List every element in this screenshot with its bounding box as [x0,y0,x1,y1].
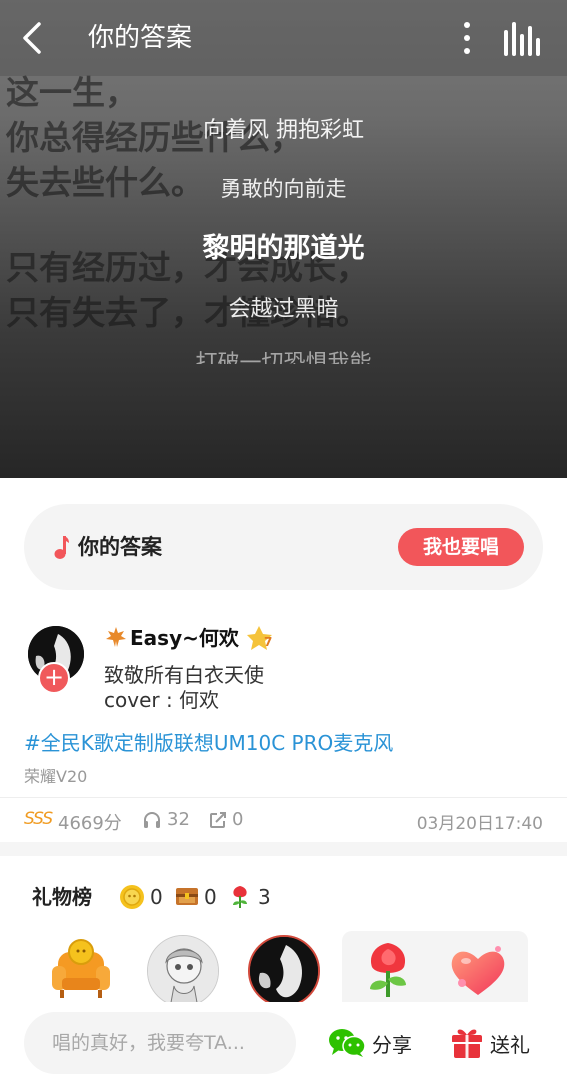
post-description: 致敬所有白衣天使 [104,663,264,687]
grade-badge: SSS [24,809,53,829]
section-separator [0,842,567,856]
svg-text:7: 7 [264,635,272,649]
share-count: 0 [232,809,244,830]
share-label: 分享 [372,1032,412,1057]
coin-icon [120,885,144,909]
send-gift-button[interactable]: 送礼 [450,1024,530,1062]
hashtag-link[interactable]: #全民K歌定制版联想UM10C PRO麦克风 [24,729,393,757]
send-gift-label: 送礼 [490,1032,530,1057]
music-note-icon [54,536,69,559]
headphone-icon [144,812,160,828]
gifter-avatar[interactable] [248,935,320,1007]
current-lyric-line: 黎明的那道光 [202,233,365,264]
flower-count: 3 [258,885,271,909]
song-name: 你的答案 [78,535,162,559]
gifter-avatar-image [250,937,318,1005]
username[interactable]: Easy~何欢 [130,624,239,652]
gift-box-icon [452,1029,482,1058]
lyrics-hero: 这一生， 你总得经历些什么， 失去些什么。 只有经历过，才会成长， 只有失去了，… [0,0,567,478]
divider [0,797,567,798]
lyric-line: 向着风 拥抱彩虹 [203,118,364,143]
background-text-line: 这一生， [6,73,138,112]
treasure-chest-icon [176,888,198,905]
back-arrow-icon [23,22,41,54]
post-cover-credit: cover : 何欢 [104,688,220,712]
page-title: 你的答案 [88,23,193,53]
device-label: 荣耀V20 [24,767,88,786]
share-button[interactable]: 分享 [328,1024,412,1062]
song-detail-page: 这一生， 你总得经历些什么， 失去些什么。 只有经历过，才会成长， 只有失去了，… [0,0,567,1078]
lyric-line: 勇敢的向前走 [220,177,347,201]
heart-gift-icon[interactable] [448,943,508,999]
song-card[interactable]: 你的答案 我也要唱 [24,504,543,590]
gift-board-title[interactable]: 礼物榜 [32,883,92,911]
leaf-icon [106,627,126,647]
more-button[interactable] [452,18,482,58]
sing-too-button[interactable]: 我也要唱 [398,528,524,566]
share-out-icon [210,812,226,828]
rose-gift-icon[interactable] [360,939,416,1001]
follow-button[interactable]: + [38,662,70,694]
post-date: 03月20日17:40 [416,814,543,834]
score: 4669分 [58,813,122,834]
gift-selection-panel [342,931,528,1011]
back-button[interactable] [12,18,52,58]
vip-badge-icon: 7 [247,626,272,650]
wechat-icon [329,1029,366,1057]
more-vertical-icon [464,22,470,28]
lyric-line-faded: 打破一切恐惧我能 [195,351,372,364]
lyric-line: 会越过黑暗 [228,297,339,322]
bottom-bar: 分享 送礼 [0,1002,567,1078]
listen-count: 32 [167,809,190,830]
stats-row: SSS 4669分 32 0 03月20日17:40 [0,806,567,836]
coin-count: 0 [150,885,163,909]
gifter-avatar[interactable] [147,935,219,1007]
equalizer-icon[interactable] [500,22,544,56]
chest-count: 0 [204,885,217,909]
gifter-avatar-image [148,936,218,1006]
comment-input[interactable] [24,1012,296,1074]
sofa-icon[interactable] [50,938,112,1002]
flower-icon [233,886,247,908]
